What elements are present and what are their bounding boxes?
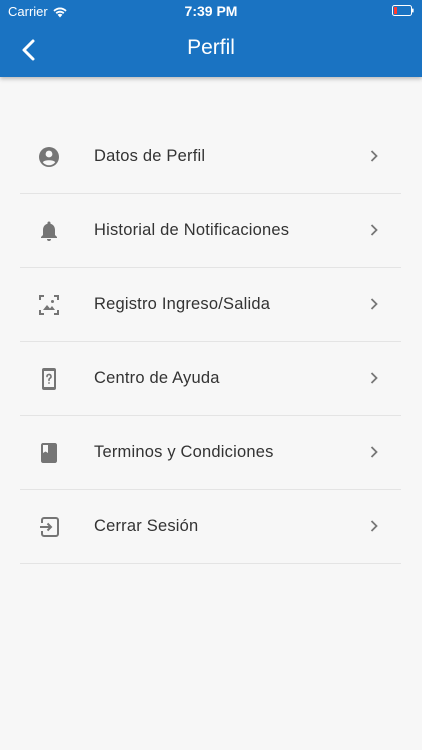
page-title: Perfil xyxy=(187,36,235,59)
image-frame-icon xyxy=(39,295,59,315)
battery-icon xyxy=(392,5,414,16)
menu-item-datos-perfil[interactable]: Datos de Perfil xyxy=(20,120,401,194)
chevron-right-icon xyxy=(370,520,378,532)
menu-item-label: Registro Ingreso/Salida xyxy=(94,295,271,313)
logout-icon xyxy=(40,517,59,537)
book-icon xyxy=(41,443,57,463)
menu-item-centro-ayuda[interactable]: Centro de Ayuda xyxy=(20,342,401,416)
menu-item-label: Terminos y Condiciones xyxy=(94,443,274,461)
menu-item-terminos-condiciones[interactable]: Terminos y Condiciones xyxy=(20,416,401,490)
profile-menu: Datos de Perfil Historial de Notificacio… xyxy=(20,120,401,564)
menu-item-label: Datos de Perfil xyxy=(94,147,206,165)
chevron-right-icon xyxy=(370,446,378,458)
chevron-right-icon xyxy=(370,150,378,162)
menu-item-cerrar-sesion[interactable]: Cerrar Sesión xyxy=(20,490,401,564)
menu-item-historial-notificaciones[interactable]: Historial de Notificaciones xyxy=(20,194,401,268)
menu-item-label: Centro de Ayuda xyxy=(94,369,220,387)
nav-bar: Perfil xyxy=(0,22,422,77)
menu-item-registro-ingreso-salida[interactable]: Registro Ingreso/Salida xyxy=(20,268,401,342)
menu-item-label: Cerrar Sesión xyxy=(94,517,199,535)
bell-icon xyxy=(41,221,57,241)
menu-item-label: Historial de Notificaciones xyxy=(94,221,290,239)
chevron-right-icon xyxy=(370,372,378,384)
app-header: Carrier 7:39 PM Perfil xyxy=(0,0,422,77)
chevron-right-icon xyxy=(370,224,378,236)
account-circle-icon xyxy=(39,147,59,167)
status-time: 7:39 PM xyxy=(184,3,238,19)
phone-help-icon xyxy=(42,368,56,390)
chevron-right-icon xyxy=(370,298,378,310)
status-bar: Carrier 7:39 PM xyxy=(0,0,422,22)
